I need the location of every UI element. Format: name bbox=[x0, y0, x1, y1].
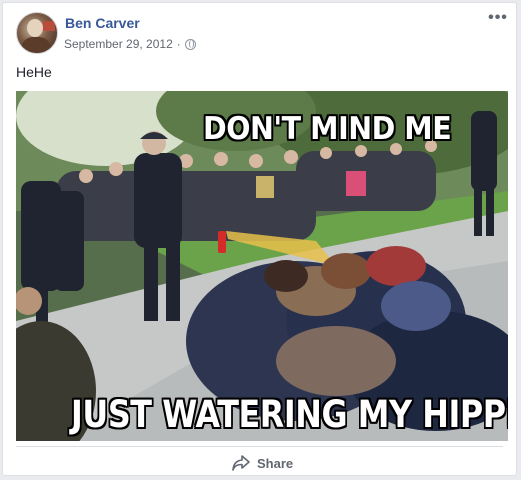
post-timestamp[interactable]: September 29, 2012 bbox=[64, 37, 173, 51]
more-options-icon[interactable]: ••• bbox=[488, 10, 508, 27]
post-meta: September 29, 2012 · bbox=[64, 37, 196, 51]
author-name-link[interactable]: Ben Carver bbox=[65, 15, 140, 31]
meme-bottom-caption: JUST WATERING MY HIPPIES bbox=[71, 393, 508, 436]
post-text: HeHe bbox=[16, 64, 52, 80]
actions-divider bbox=[16, 446, 503, 447]
share-label: Share bbox=[257, 455, 294, 471]
author-avatar[interactable] bbox=[16, 12, 58, 54]
meme-top-caption: DON'T MIND ME bbox=[203, 111, 452, 147]
share-arrow-icon bbox=[231, 454, 251, 472]
meta-separator: · bbox=[176, 37, 181, 51]
post-photo[interactable]: DON'T MIND ME JUST WATERING MY HIPPIES bbox=[16, 91, 508, 441]
post-card: Ben Carver September 29, 2012 · ••• HeHe bbox=[2, 2, 517, 476]
globe-icon[interactable] bbox=[184, 38, 196, 50]
share-button[interactable]: Share bbox=[231, 451, 293, 475]
